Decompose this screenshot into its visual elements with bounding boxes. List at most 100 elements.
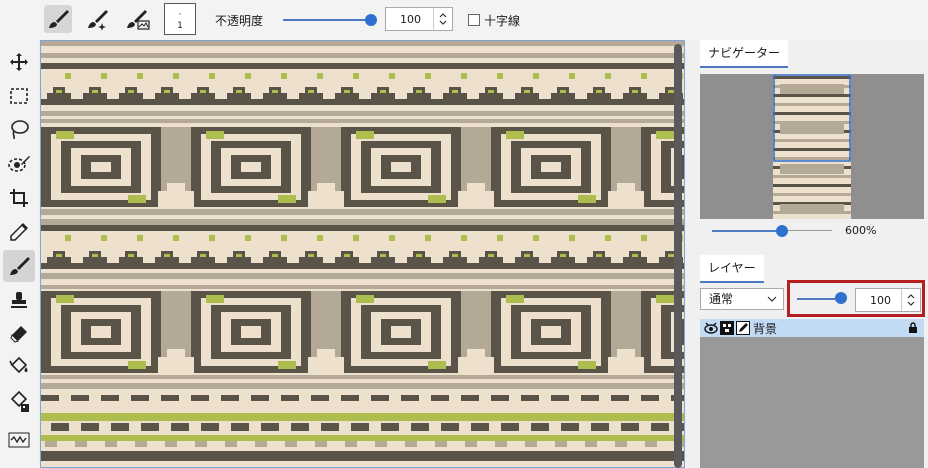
- top-toolbar: · 1 不透明度 100 十字線: [0, 0, 928, 40]
- pattern-stripe: [41, 209, 684, 215]
- pattern-dot: [605, 73, 611, 79]
- wave-icon[interactable]: [3, 424, 35, 456]
- pattern-dot: [641, 235, 647, 241]
- pattern-dash: [171, 423, 189, 431]
- opacity-slider-track[interactable]: [283, 19, 371, 21]
- nav-stripe: [773, 103, 851, 106]
- pattern-dot: [416, 254, 422, 257]
- pattern-diamond: [241, 162, 261, 172]
- edit-pencil-icon[interactable]: [736, 321, 750, 335]
- navigator-preview[interactable]: [700, 74, 924, 219]
- brush-tool-icon[interactable]: [3, 250, 35, 282]
- pattern-dash: [581, 395, 599, 401]
- blend-mode-select[interactable]: 通常: [700, 288, 784, 310]
- pattern-tri: [458, 357, 494, 373]
- pattern-tri: [335, 93, 359, 99]
- pattern-dot: [596, 90, 602, 93]
- tab-layers[interactable]: レイヤー: [700, 255, 764, 283]
- layer-list[interactable]: [700, 319, 924, 468]
- lock-icon[interactable]: [908, 322, 918, 334]
- pattern-dot: [65, 235, 71, 241]
- sparkle-brush-icon[interactable]: [84, 5, 112, 33]
- pattern-dot: [461, 235, 467, 241]
- eraser-icon[interactable]: [3, 318, 35, 350]
- visibility-eye-icon[interactable]: [704, 322, 718, 334]
- crosshair-label: 十字線: [484, 14, 521, 28]
- pattern-dot: [236, 90, 242, 93]
- layer-name: 背景: [753, 322, 778, 336]
- pattern-dot: [56, 254, 62, 257]
- pattern-dash: [521, 395, 539, 401]
- pattern-tri: [158, 191, 194, 207]
- pattern-dash: [405, 441, 417, 447]
- pattern-dash: [615, 441, 627, 447]
- pattern-dash: [611, 395, 629, 401]
- texture-brush-icon[interactable]: [124, 5, 152, 33]
- pattern-dash: [41, 395, 59, 401]
- pattern-dash: [441, 423, 459, 431]
- pattern-dash: [371, 395, 389, 401]
- opacity-input[interactable]: 100: [385, 7, 453, 31]
- knit-pattern-image: [41, 41, 684, 467]
- pattern-dash: [585, 441, 597, 447]
- canvas[interactable]: [40, 40, 685, 468]
- pattern-diamond: [391, 162, 411, 172]
- pattern-dash: [201, 423, 219, 431]
- pattern-dot: [173, 73, 179, 79]
- brush-mode-icon[interactable]: [44, 5, 72, 33]
- pattern-dot: [308, 254, 314, 257]
- fill-bucket-icon[interactable]: [3, 352, 35, 384]
- pattern-dash: [101, 395, 119, 401]
- gradient-fill-icon[interactable]: [3, 386, 35, 418]
- pattern-dash: [375, 441, 387, 447]
- stamp-icon[interactable]: [3, 284, 35, 316]
- pattern-diamond: [241, 326, 261, 338]
- tool-palette: [0, 40, 38, 468]
- pattern-tri: [467, 183, 485, 191]
- pattern-tri: [458, 191, 494, 207]
- opacity-slider-thumb[interactable]: [365, 14, 377, 26]
- pattern-dash: [341, 395, 359, 401]
- eye-select-icon[interactable]: [3, 148, 35, 180]
- zoom-slider-thumb[interactable]: [776, 225, 788, 237]
- eyedropper-icon[interactable]: [3, 216, 35, 248]
- pattern-tri: [308, 191, 344, 207]
- crop-icon[interactable]: [3, 182, 35, 214]
- pattern-dash: [435, 441, 447, 447]
- pattern-dash: [191, 395, 209, 401]
- zoom-slider-track[interactable]: [712, 230, 782, 232]
- pattern-tri: [158, 357, 194, 373]
- tab-navigator[interactable]: ナビゲーター: [700, 40, 789, 68]
- pattern-dash: [105, 441, 117, 447]
- pattern-dash: [225, 441, 237, 447]
- nav-stripe: [773, 76, 851, 79]
- pattern-dash: [651, 423, 669, 431]
- pattern-diamond: [91, 326, 111, 338]
- pattern-dash: [255, 441, 267, 447]
- opacity-spinner-icon[interactable]: [433, 8, 452, 30]
- brush-size-value: 1: [177, 21, 183, 31]
- pattern-dash: [461, 395, 479, 401]
- rect-select-icon[interactable]: [3, 80, 35, 112]
- pattern-tri: [479, 257, 503, 263]
- pattern-dash: [641, 395, 659, 401]
- vertical-scrollbar[interactable]: [674, 44, 682, 468]
- pattern-tri: [308, 357, 344, 373]
- move-tool-icon[interactable]: [3, 46, 35, 78]
- pattern-dash: [81, 423, 99, 431]
- crosshair-checkbox[interactable]: [468, 14, 480, 26]
- brush-size-box[interactable]: · 1: [164, 3, 196, 35]
- lasso-icon[interactable]: [3, 114, 35, 146]
- pattern-dash: [501, 423, 519, 431]
- pattern-tri: [155, 257, 179, 263]
- pattern-dot: [353, 73, 359, 79]
- pattern-tri: [167, 349, 185, 357]
- pattern-dot: [632, 254, 638, 257]
- pattern-dash: [291, 423, 309, 431]
- pattern-dot: [200, 90, 206, 93]
- pattern-dash: [321, 423, 339, 431]
- layer-row[interactable]: 背景: [700, 319, 924, 337]
- pattern-tri: [443, 93, 467, 99]
- pattern-dot: [128, 90, 134, 93]
- pattern-dot: [524, 254, 530, 257]
